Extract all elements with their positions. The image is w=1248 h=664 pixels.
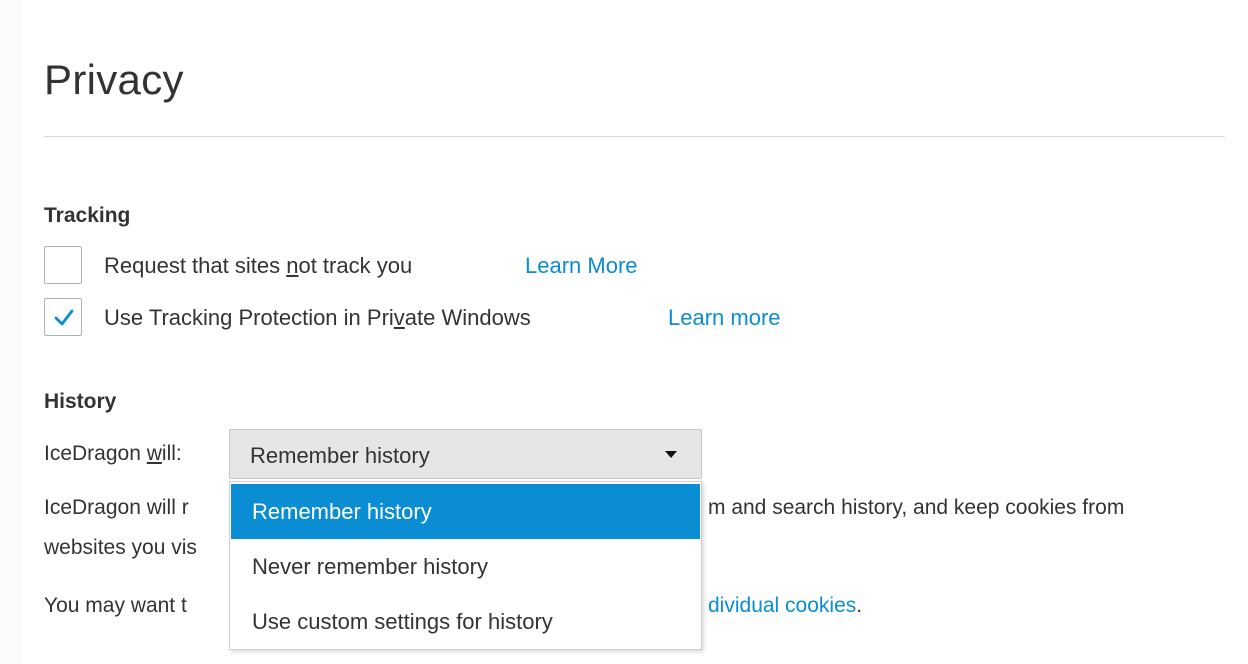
- tracking-protection-learn-more-link[interactable]: Learn more: [668, 304, 781, 332]
- triangle-down-icon: [665, 451, 677, 458]
- option-never-remember-history[interactable]: Never remember history: [231, 539, 700, 594]
- tracking-heading: Tracking: [44, 204, 131, 227]
- history-description-line2: websites you vis: [44, 536, 197, 559]
- do-not-track-checkbox[interactable]: [44, 246, 82, 284]
- tracking-protection-label[interactable]: Use Tracking Protection in Private Windo…: [104, 304, 531, 332]
- option-custom-settings-history[interactable]: Use custom settings for history: [231, 594, 700, 649]
- checkmark-icon: [54, 309, 74, 326]
- history-description-line1-right: m and search history, and keep cookies f…: [708, 496, 1125, 519]
- do-not-track-label[interactable]: Request that sites not track you: [104, 252, 412, 280]
- individual-cookies-link[interactable]: dividual cookies: [708, 594, 856, 617]
- option-remember-history[interactable]: Remember history: [231, 484, 700, 539]
- history-description-line1-left: IceDragon will r: [44, 496, 189, 519]
- title-divider: [44, 136, 1225, 137]
- history-hint-right: dividual cookies.: [708, 594, 863, 617]
- history-mode-select[interactable]: Remember history: [229, 429, 702, 479]
- history-hint-left: You may want t: [44, 594, 187, 617]
- tracking-protection-checkbox[interactable]: [44, 298, 82, 336]
- preferences-page: Privacy Tracking Request that sites not …: [0, 0, 1248, 664]
- history-mode-label: IceDragon will:: [44, 442, 182, 465]
- history-heading: History: [44, 390, 117, 413]
- do-not-track-learn-more-link[interactable]: Learn More: [525, 252, 638, 280]
- history-mode-dropdown: Remember history Never remember history …: [229, 481, 702, 650]
- history-mode-value: Remember history: [250, 443, 430, 468]
- page-title: Privacy: [44, 56, 184, 103]
